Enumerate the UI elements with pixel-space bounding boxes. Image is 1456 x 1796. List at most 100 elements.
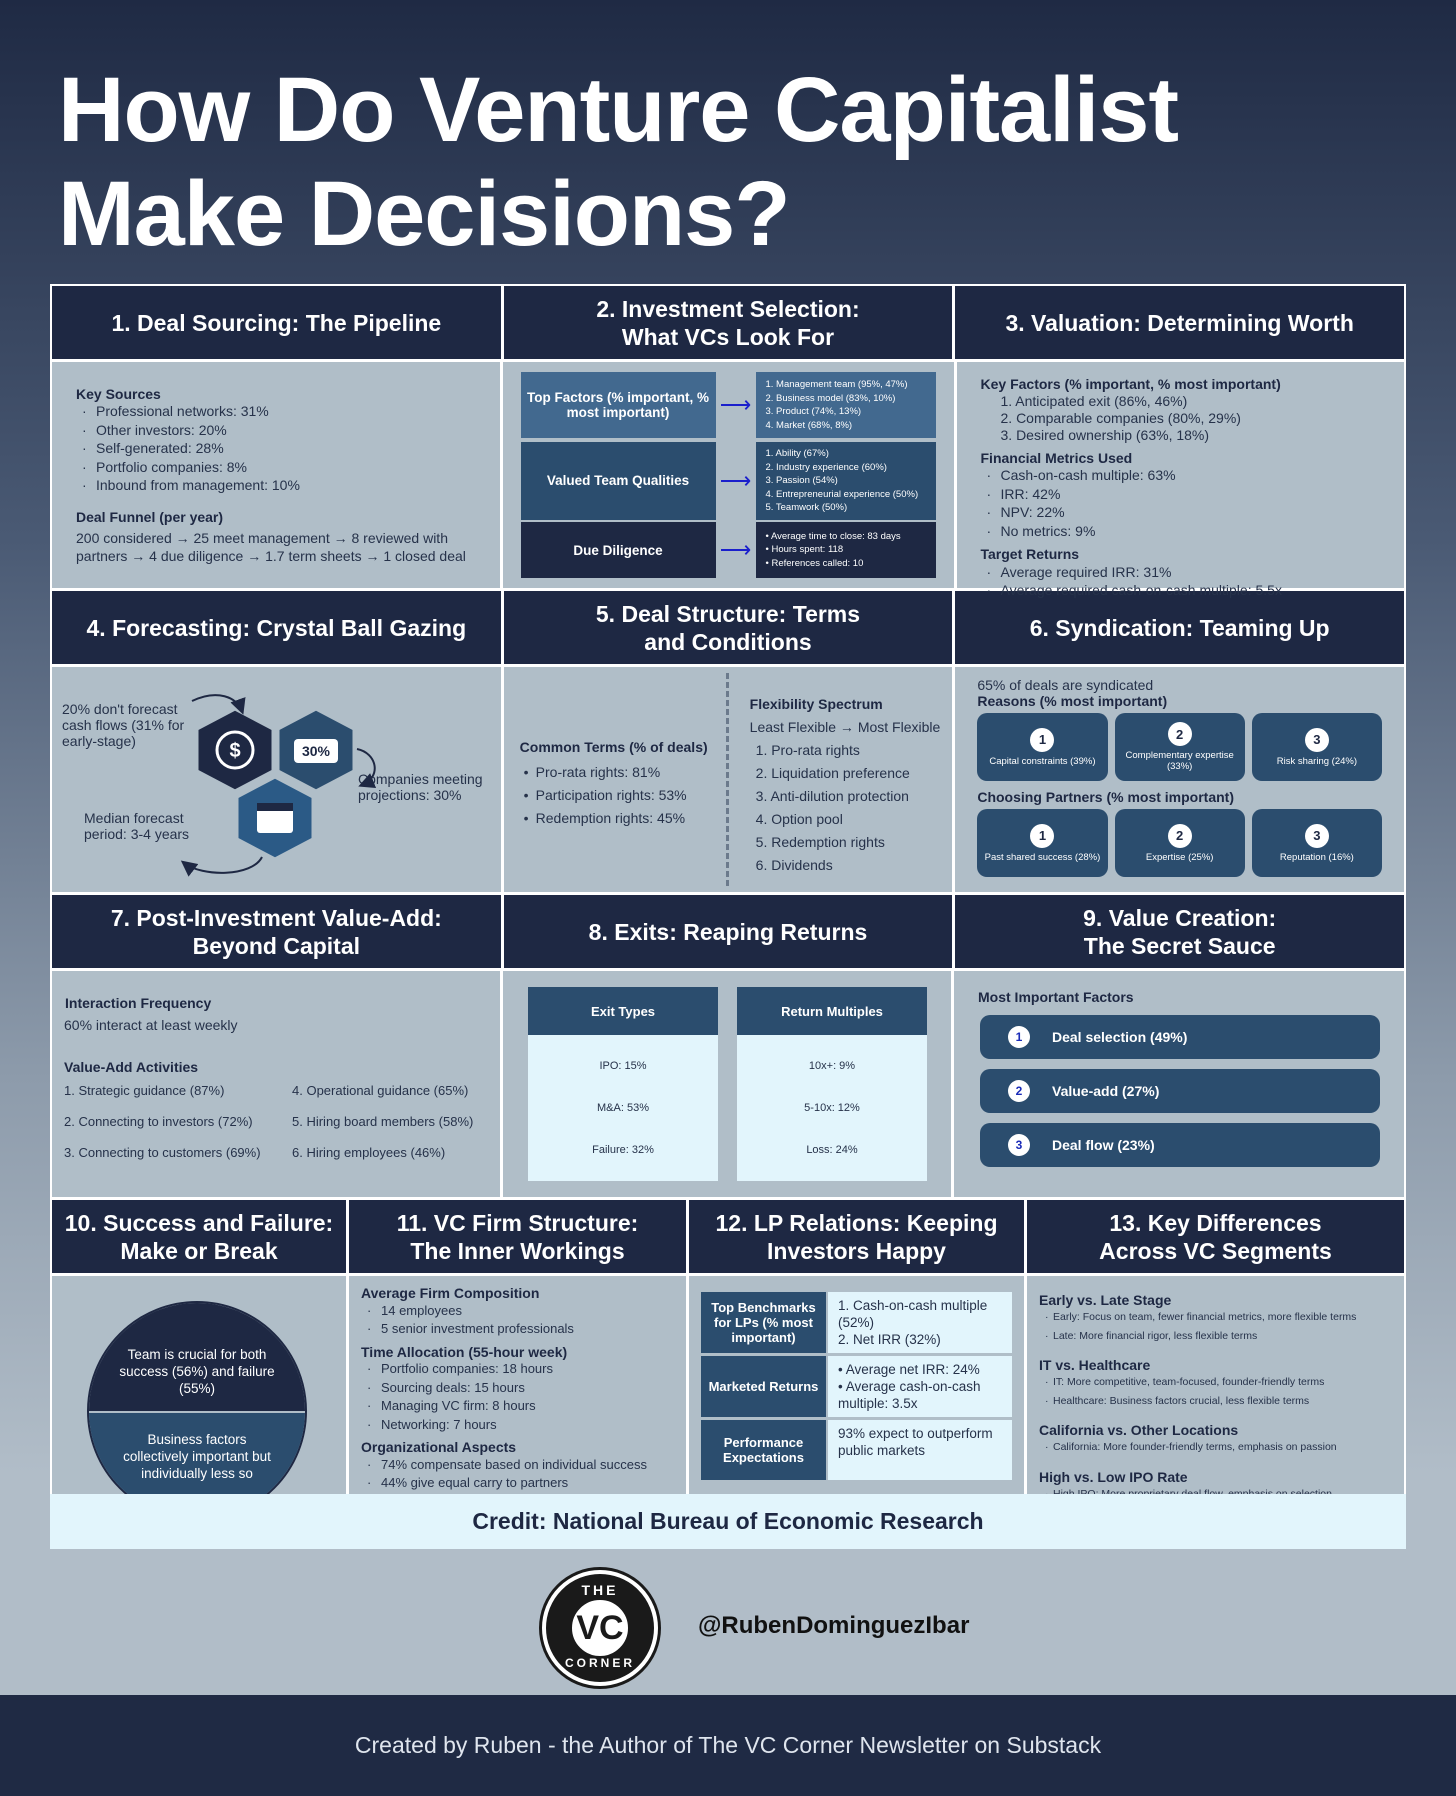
lp-detail-item: • Average net IRR: 24%	[838, 1362, 980, 1377]
credit-banner: Credit: National Bureau of Economic Rese…	[50, 1494, 1406, 1549]
deal-funnel: 200 considered → 25 meet management → 8 …	[76, 529, 466, 564]
arrow-right-icon: ⟶	[719, 467, 752, 493]
flow-row: Due Diligence ⟶ • Average time to close: 8…	[520, 522, 936, 578]
partner-card: 1 Past shared success (28%)	[977, 809, 1108, 877]
segment-item: Late: More financial rigor, less flexibl…	[1039, 1327, 1392, 1346]
section-10-header: 10. Success and Failure: Make or Break	[52, 1200, 346, 1273]
section-12-body: Top Benchmarks for LPs (% most important…	[689, 1276, 1024, 1500]
number-badge: 1	[1008, 1026, 1030, 1048]
percent-tag-icon: 30%	[276, 707, 356, 793]
author-handle[interactable]: @RubenDominguezIbar	[698, 1612, 969, 1640]
factor-label: Deal selection (49%)	[1052, 1029, 1188, 1045]
section-11-body: Average Firm Composition 14 employees5 s…	[349, 1276, 686, 1511]
arrow-right-icon: ⟶	[719, 392, 752, 417]
segment-title: IT vs. Healthcare	[1039, 1357, 1151, 1373]
card-label: Reputation (16%)	[1279, 851, 1354, 863]
activity-item: 3. Connecting to customers (69%)	[64, 1145, 261, 1160]
number-badge: 2	[1167, 722, 1192, 746]
source-item: Inbound from management: 10%	[76, 476, 476, 495]
flow-detail-item: 4. Market (68%, 8%)	[765, 419, 853, 431]
segment-title: High vs. Low IPO Rate	[1039, 1468, 1188, 1485]
factor-bar: 2 Value-add (27%)	[980, 1069, 1380, 1113]
section-4-body: 20% don't forecast cash flows (31% for e…	[52, 667, 501, 892]
metric-item: Cash-on-cash multiple: 63%	[981, 466, 1381, 485]
partner-card: 3 Reputation (16%)	[1251, 809, 1382, 877]
lp-details: 93% expect to outperform public markets	[828, 1420, 1012, 1480]
section-7-body: Interaction Frequency 60% interact at le…	[52, 971, 500, 1197]
metric-item: NPV: 22%	[981, 503, 1381, 522]
exit-type: Failure: 32%	[592, 1144, 654, 1156]
activity-item: 6. Hiring employees (46%)	[292, 1145, 446, 1160]
lp-details: • Average net IRR: 24% • Average cash-on-…	[828, 1356, 1012, 1417]
metric-item: IRR: 42%	[981, 485, 1381, 504]
flexibility-item: 4. Option pool	[755, 811, 843, 827]
section-10-body: Team is crucial for both success (56%) a…	[52, 1276, 346, 1521]
segment-list: California: More founder-friendly terms,…	[1039, 1438, 1392, 1457]
section-8-body: Exit Types IPO: 15% M&A: 53% Failure: 32% R…	[503, 971, 951, 1197]
section-5-header: 5. Deal Structure: Terms and Conditions	[503, 591, 953, 664]
time-item: Networking: 7 hours	[361, 1416, 674, 1435]
return-multiple: 5-10x: 12%	[804, 1102, 860, 1114]
lp-detail-item: • Average cash-on-cash multiple: 3.5x	[838, 1379, 981, 1411]
source-item: Professional networks: 31%	[76, 402, 476, 421]
forecast-diagram: $ 30%	[180, 694, 377, 877]
time-item: Portfolio companies: 18 hours	[361, 1360, 674, 1379]
flexibility-item: 3. Anti-dilution protection	[755, 788, 909, 804]
flexibility-item: 2. Liquidation preference	[755, 765, 910, 781]
source-item: Self-generated: 28%	[76, 439, 476, 458]
section-1-body: Key Sources Professional networks: 31%Ot…	[52, 362, 500, 588]
segment-title: Early vs. Late Stage	[1039, 1292, 1172, 1308]
lp-label: Marketed Returns	[701, 1356, 826, 1417]
factor-label: Value-add (27%)	[1052, 1083, 1160, 1099]
svg-text:$: $	[229, 740, 240, 762]
flow-row: Top Factors (% important, % most importa…	[520, 372, 936, 438]
number-badge: 2	[1008, 1080, 1030, 1102]
flow-details: 1. Management team (95%, 47%) 2. Business…	[755, 372, 936, 438]
section-13-body: Early vs. Late StageEarly: Focus on team…	[1027, 1276, 1404, 1503]
lp-detail-item: 93% expect to outperform public markets	[838, 1426, 993, 1458]
lp-label: Performance Expectations	[701, 1420, 826, 1480]
section-6-body: 65% of deals are syndicated Reasons (% m…	[955, 667, 1404, 892]
section-6-header: 6. Syndication: Teaming Up	[955, 591, 1404, 664]
lp-details: 1. Cash-on-cash multiple (52%) 2. Net IRR…	[828, 1292, 1012, 1353]
flow-detail-item: 4. Entrepreneurial experience (50%)	[765, 488, 919, 500]
metric-item: No metrics: 9%	[981, 522, 1381, 541]
activity-item: 1. Strategic guidance (87%)	[64, 1083, 225, 1098]
lp-detail-item: 1. Cash-on-cash multiple (52%)	[838, 1298, 988, 1330]
segment-list: Early: Focus on team, fewer financial me…	[1039, 1308, 1392, 1345]
flow-detail-item: • Hours spent: 118	[765, 544, 844, 556]
partner-card: 2 Expertise (25%)	[1114, 809, 1245, 877]
activity-item: 4. Operational guidance (65%)	[292, 1083, 469, 1098]
valuation-factor: 3. Desired ownership (63%, 18%)	[1000, 426, 1210, 443]
section-2-header: 2. Investment Selection: What VCs Look F…	[503, 286, 953, 359]
section-9-body: Most Important Factors 1 Deal selection (…	[954, 971, 1404, 1197]
exit-type: M&A: 53%	[597, 1102, 649, 1114]
flow-details: 1. Ability (67%) 2. Industry experience (…	[755, 442, 936, 520]
exit-types-table: Exit Types IPO: 15% M&A: 53% Failure: 32%	[528, 987, 718, 1181]
activity-item: 5. Hiring board members (58%)	[292, 1114, 474, 1129]
lp-row: Top Benchmarks for LPs (% most important…	[701, 1292, 1012, 1353]
number-badge: 3	[1008, 1134, 1030, 1156]
return-multiple: Loss: 24%	[806, 1144, 858, 1156]
section-4-header: 4. Forecasting: Crystal Ball Gazing	[52, 591, 501, 664]
flow-detail-item: 2. Industry experience (60%)	[765, 461, 887, 473]
common-term: • Redemption rights: 45%	[523, 810, 686, 826]
number-badge: 2	[1167, 823, 1192, 848]
number-badge: 1	[1030, 823, 1055, 848]
composition-item: 5 senior investment professionals	[361, 1320, 674, 1339]
card-label: Expertise (25%)	[1145, 851, 1214, 863]
common-term: • Pro-rata rights: 81%	[523, 764, 661, 780]
valuation-factor: 1. Anticipated exit (86%, 46%)	[1000, 392, 1188, 409]
vc-corner-logo: THE VC CORNER	[542, 1570, 658, 1686]
reason-card: 1 Capital constraints (39%)	[977, 713, 1108, 781]
flexibility-item: 5. Redemption rights	[755, 834, 885, 850]
divider	[725, 673, 729, 886]
calendar-icon	[235, 775, 315, 861]
lp-detail-item: 2. Net IRR (32%)	[838, 1332, 941, 1347]
segment-item: California: More founder-friendly terms,…	[1039, 1438, 1392, 1457]
flow-detail-item: 1. Management team (95%, 47%)	[765, 379, 908, 390]
dollar-cycle-icon: $	[195, 707, 275, 793]
lp-row: Performance Expectations 93% expect to ou…	[701, 1420, 1012, 1480]
footer: Created by Ruben - the Author of The VC …	[0, 1695, 1456, 1796]
arrow-right-icon: ⟶	[719, 537, 752, 562]
